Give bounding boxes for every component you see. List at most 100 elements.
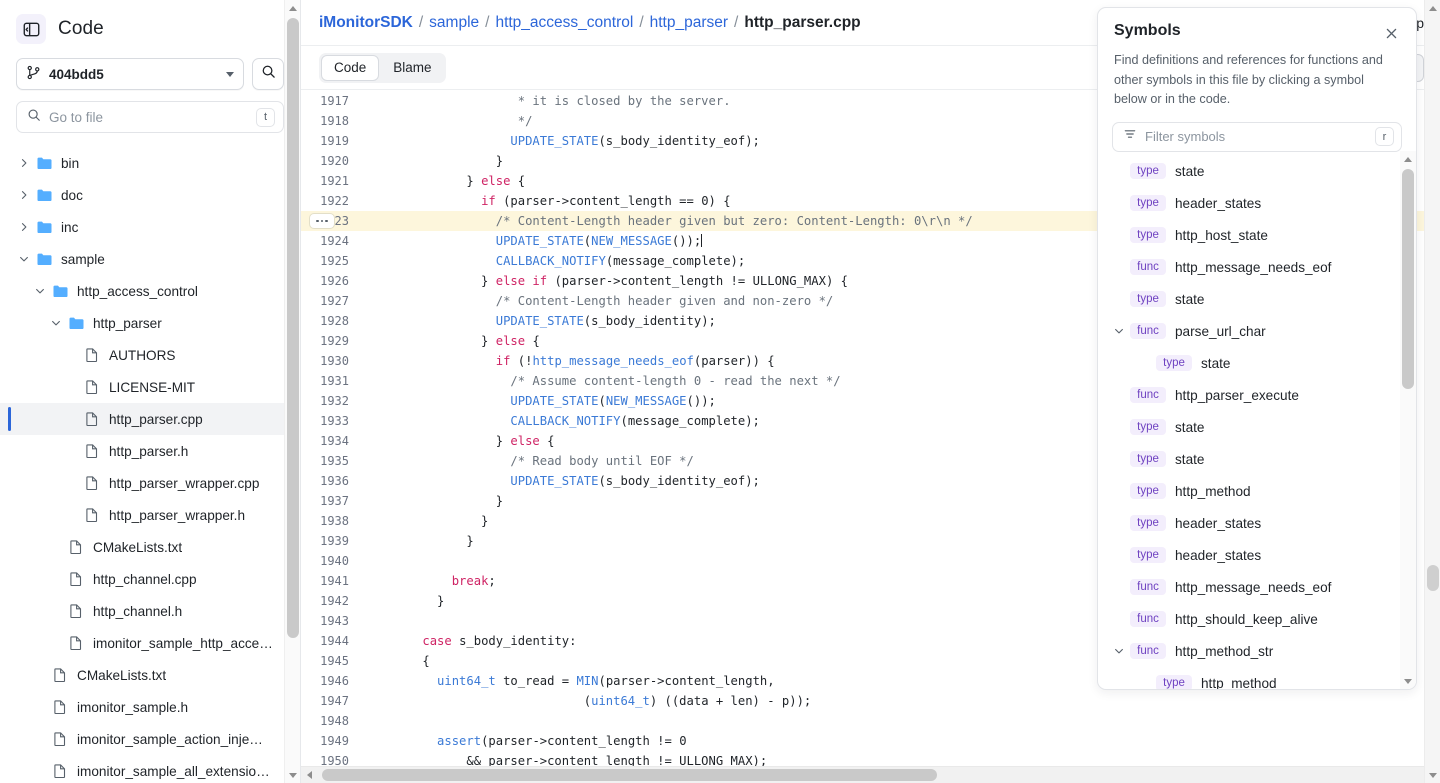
sidebar-scrollbar[interactable] [284, 0, 300, 783]
line-number[interactable]: 1935 [301, 454, 363, 468]
symbol-row[interactable]: func http_should_keep_alive [1098, 603, 1400, 635]
symbols-scroll-thumb[interactable] [1402, 169, 1414, 389]
symbol-row[interactable]: func http_message_needs_eof [1098, 251, 1400, 283]
scroll-left-arrow-icon[interactable] [301, 767, 318, 783]
line-number[interactable]: 1944 [301, 634, 363, 648]
tree-file-http-parser-wrapper-cpp[interactable]: http_parser_wrapper.cpp [0, 467, 300, 499]
symbol-row[interactable]: type state [1098, 283, 1400, 315]
more-options-icon[interactable] [309, 213, 335, 229]
chevron-down-icon[interactable] [1108, 325, 1130, 337]
chevron-down-icon[interactable] [32, 283, 48, 299]
line-number[interactable]: 1931 [301, 374, 363, 388]
line-number[interactable]: 1927 [301, 294, 363, 308]
tree-file-cmakelists-txt[interactable]: CMakeLists.txt [0, 531, 300, 563]
symbols-scrollbar[interactable] [1400, 151, 1416, 689]
symbol-row[interactable]: type header_states [1098, 187, 1400, 219]
line-number[interactable]: 1937 [301, 494, 363, 508]
line-number[interactable]: 1920 [301, 154, 363, 168]
code-line[interactable]: 1947 (uint64_t) ((data + len) - p)); [301, 691, 1424, 711]
page-scrollbar[interactable] [1424, 0, 1440, 783]
symbols-filter-input[interactable]: Filter symbols r [1112, 121, 1402, 152]
symbol-row[interactable]: type header_states [1098, 539, 1400, 571]
tree-file-license-mit[interactable]: LICENSE-MIT [0, 371, 300, 403]
symbol-row[interactable]: type state [1098, 347, 1400, 379]
sidebar-scroll-thumb[interactable] [287, 18, 299, 638]
line-number[interactable]: 1950 [301, 754, 363, 766]
symbol-row[interactable]: type http_method [1098, 475, 1400, 507]
sidebar-search-button[interactable] [252, 58, 284, 90]
tree-file-http-parser-h[interactable]: http_parser.h [0, 435, 300, 467]
breadcrumb-repo[interactable]: iMonitorSDK [319, 14, 413, 32]
chevron-right-icon[interactable] [16, 155, 32, 171]
code-hscroll-track[interactable] [318, 767, 1423, 783]
tree-folder-doc[interactable]: doc [0, 179, 300, 211]
line-number[interactable]: 1917 [301, 94, 363, 108]
scroll-down-arrow-icon[interactable] [1425, 767, 1440, 783]
line-number[interactable]: 1940 [301, 554, 363, 568]
line-number[interactable]: 1947 [301, 694, 363, 708]
line-number[interactable]: 1922 [301, 194, 363, 208]
code-line[interactable]: 1950 && parser->content_length != ULLONG… [301, 751, 1424, 766]
tree-folder-sample[interactable]: sample [0, 243, 300, 275]
scroll-down-arrow-icon[interactable] [285, 767, 300, 783]
breadcrumb-part-0[interactable]: sample [429, 14, 479, 32]
page-scroll-thumb[interactable] [1427, 565, 1439, 591]
line-number[interactable]: 1939 [301, 534, 363, 548]
tree-folder-inc[interactable]: inc [0, 211, 300, 243]
scroll-down-arrow-icon[interactable] [1400, 673, 1416, 689]
chevron-right-icon[interactable] [16, 187, 32, 203]
tree-file-http-parser-wrapper-h[interactable]: http_parser_wrapper.h [0, 499, 300, 531]
branch-selector[interactable]: 404bdd5 [16, 58, 244, 90]
chevron-down-icon[interactable] [1108, 645, 1130, 657]
tree-folder-bin[interactable]: bin [0, 147, 300, 179]
panel-collapse-icon[interactable] [16, 14, 46, 44]
tree-file-http-channel-h[interactable]: http_channel.h [0, 595, 300, 627]
chevron-down-icon[interactable] [48, 315, 64, 331]
tree-file-imonitor-sample-http-acce-[interactable]: imonitor_sample_http_acce… [0, 627, 300, 659]
line-number[interactable]: 1933 [301, 414, 363, 428]
symbol-row[interactable]: type state [1098, 443, 1400, 475]
tab-code[interactable]: Code [321, 54, 380, 81]
line-number[interactable]: 1943 [301, 614, 363, 628]
code-hscroll-thumb[interactable] [322, 768, 937, 781]
line-number[interactable]: 1918 [301, 114, 363, 128]
line-number[interactable]: 1948 [301, 714, 363, 728]
tree-file-imonitor-sample-action-inje-[interactable]: imonitor_sample_action_inje… [0, 723, 300, 755]
go-to-file-input[interactable]: Go to file t [16, 101, 284, 133]
tree-folder-http-parser[interactable]: http_parser [0, 307, 300, 339]
close-icon[interactable] [1380, 22, 1402, 44]
tree-file-cmakelists-txt[interactable]: CMakeLists.txt [0, 659, 300, 691]
symbol-row[interactable]: type state [1098, 155, 1400, 187]
line-number[interactable]: 1936 [301, 474, 363, 488]
line-number[interactable]: 1925 [301, 254, 363, 268]
code-line[interactable]: 1948 [301, 711, 1424, 731]
line-number[interactable]: 1921 [301, 174, 363, 188]
chevron-down-icon[interactable] [16, 251, 32, 267]
line-number[interactable]: 1946 [301, 674, 363, 688]
tab-blame[interactable]: Blame [381, 55, 443, 81]
line-number[interactable]: 1934 [301, 434, 363, 448]
line-number[interactable]: 1941 [301, 574, 363, 588]
tree-file-http-parser-cpp[interactable]: http_parser.cpp [0, 403, 300, 435]
line-number[interactable]: 1924 [301, 234, 363, 248]
symbol-row[interactable]: type header_states [1098, 507, 1400, 539]
symbol-row[interactable]: type http_method [1098, 667, 1400, 689]
symbol-row[interactable]: func http_message_needs_eof [1098, 571, 1400, 603]
scroll-up-arrow-icon[interactable] [1400, 151, 1416, 167]
tree-file-http-channel-cpp[interactable]: http_channel.cpp [0, 563, 300, 595]
line-number[interactable]: 1932 [301, 394, 363, 408]
tree-file-imonitor-sample-all-extensio-[interactable]: imonitor_sample_all_extensio… [0, 755, 300, 783]
line-number[interactable]: 1949 [301, 734, 363, 748]
symbol-row[interactable]: func http_parser_execute [1098, 379, 1400, 411]
scroll-up-arrow-icon[interactable] [285, 0, 300, 16]
breadcrumb-part-2[interactable]: http_parser [650, 14, 728, 32]
code-horizontal-scrollbar[interactable] [301, 766, 1440, 783]
line-number[interactable]: 1928 [301, 314, 363, 328]
symbol-row[interactable]: type http_host_state [1098, 219, 1400, 251]
symbol-row[interactable]: type state [1098, 411, 1400, 443]
chevron-right-icon[interactable] [16, 219, 32, 235]
symbol-row[interactable]: func http_method_str [1098, 635, 1400, 667]
symbol-row[interactable]: func parse_url_char [1098, 315, 1400, 347]
tree-folder-http-access-control[interactable]: http_access_control [0, 275, 300, 307]
scroll-up-arrow-icon[interactable] [1425, 0, 1440, 16]
